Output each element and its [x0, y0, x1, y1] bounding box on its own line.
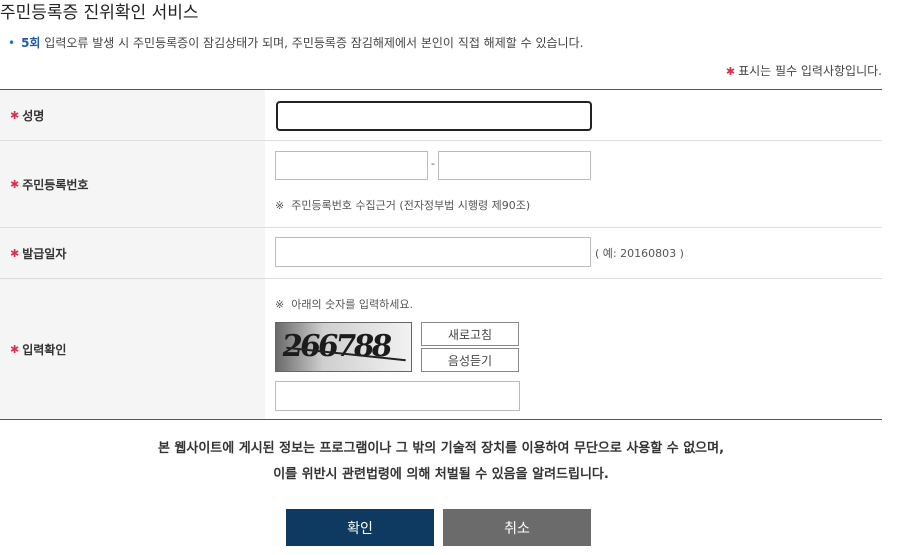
- confirm-button[interactable]: 확인: [286, 509, 434, 546]
- captcha-label: 입력확인: [22, 342, 67, 357]
- captcha-note: ※ 아래의 숫자를 입력하세요.: [275, 298, 414, 311]
- rrn-front-input[interactable]: [275, 151, 428, 180]
- name-input[interactable]: [276, 101, 592, 131]
- required-star-icon: ✱: [10, 177, 20, 191]
- rrn-separator: -: [431, 157, 435, 170]
- rrn-label-cell: ✱ 주민등록번호: [0, 141, 265, 227]
- issue-date-example: ( 예: 20160803 ): [595, 247, 684, 260]
- required-note-text: 표시는 필수 입력사항입니다.: [738, 64, 882, 78]
- notice-body: 입력오류 발생 시 주민등록증이 잠김상태가 되며, 주민등록증 잠김해제에서 …: [40, 36, 584, 50]
- issue-date-input[interactable]: [275, 237, 591, 267]
- notice-count: 5회: [21, 36, 41, 50]
- name-label: 성명: [22, 108, 45, 123]
- issue-label-cell: ✱ 발급일자: [0, 228, 265, 278]
- captcha-input[interactable]: [275, 381, 520, 411]
- verification-form: ✱ 성명 ✱ 주민등록번호 - ※ 주민등록번호 수집근거 (전자정부법 시행령 제…: [0, 89, 882, 420]
- issue-field-cell: ( 예: 20160803 ): [265, 228, 882, 278]
- footer-warning-line1: 본 웹사이트에 게시된 정보는 프로그램이나 그 밖의 기술적 장치를 이용하여…: [157, 441, 725, 456]
- captcha-code: 266788: [279, 329, 392, 364]
- captcha-label-cell: ✱ 입력확인: [0, 279, 265, 419]
- required-star-icon: ✱: [10, 342, 20, 356]
- captcha-refresh-button[interactable]: 새로고침: [421, 322, 519, 346]
- name-label-cell: ✱ 성명: [0, 90, 265, 140]
- captcha-field-cell: ※ 아래의 숫자를 입력하세요. 266788 새로고침 음성듣기: [265, 279, 882, 419]
- required-note: ✱ 표시는 필수 입력사항입니다.: [726, 62, 882, 79]
- captcha-image: 266788: [275, 322, 412, 372]
- cancel-button[interactable]: 취소: [443, 509, 591, 546]
- form-row-name: ✱ 성명: [0, 90, 882, 141]
- captcha-audio-button[interactable]: 음성듣기: [421, 348, 519, 372]
- rrn-back-input[interactable]: [438, 151, 591, 180]
- required-star-icon: ✱: [10, 108, 20, 122]
- page-title: 주민등록증 진위확인 서비스: [0, 3, 199, 23]
- form-row-captcha: ✱ 입력확인 ※ 아래의 숫자를 입력하세요. 266788 새로고침 음성듣기: [0, 279, 882, 419]
- name-field-cell: [265, 90, 882, 140]
- required-star-icon: ✱: [725, 65, 736, 78]
- form-row-issue-date: ✱ 발급일자 ( 예: 20160803 ): [0, 228, 882, 279]
- rrn-legal-note: ※ 주민등록번호 수집근거 (전자정부법 시행령 제90조): [275, 199, 531, 212]
- bullet-icon: •: [8, 36, 16, 50]
- issue-label: 발급일자: [22, 246, 67, 261]
- rrn-label: 주민등록번호: [22, 177, 89, 192]
- form-row-rrn: ✱ 주민등록번호 - ※ 주민등록번호 수집근거 (전자정부법 시행령 제90조): [0, 141, 882, 228]
- notice-text: • 5회 입력오류 발생 시 주민등록증이 잠김상태가 되며, 주민등록증 잠김해…: [8, 34, 583, 51]
- required-star-icon: ✱: [10, 246, 20, 260]
- footer-warning-line2: 이를 위반시 관련법령에 의해 처벌될 수 있음을 알려드립니다.: [273, 467, 609, 482]
- rrn-field-cell: - ※ 주민등록번호 수집근거 (전자정부법 시행령 제90조): [265, 141, 882, 227]
